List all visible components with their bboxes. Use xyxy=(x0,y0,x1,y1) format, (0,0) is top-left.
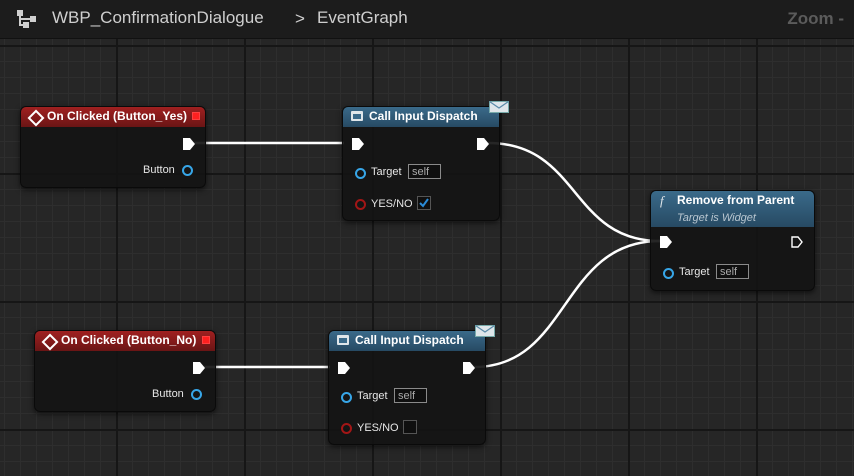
target-value-field[interactable]: self xyxy=(716,264,749,279)
node-title: Remove from Parent xyxy=(677,193,795,207)
yes-no-input-pin[interactable] xyxy=(355,199,366,210)
node-title: Call Input Dispatch xyxy=(355,333,464,347)
exec-input-pin[interactable] xyxy=(660,236,672,248)
graph-icon xyxy=(17,10,36,28)
target-input-pin[interactable] xyxy=(355,168,366,179)
node-title: On Clicked (Button_No) xyxy=(61,333,197,347)
exec-output-pin[interactable] xyxy=(791,236,803,248)
call-function-icon xyxy=(351,111,363,121)
node-header: f Remove from Parent Target is Widget xyxy=(651,191,814,227)
button-output-pin[interactable] xyxy=(182,165,193,176)
target-value-field[interactable]: self xyxy=(394,388,427,403)
exec-output-pin[interactable] xyxy=(463,362,475,374)
yes-no-checkbox[interactable] xyxy=(417,196,431,210)
checkmark-icon xyxy=(419,198,429,208)
graph-breadcrumb-bar: WBP_ConfirmationDialogue > EventGraph Zo… xyxy=(0,0,854,39)
exec-output-pin[interactable] xyxy=(183,138,195,150)
envelope-icon xyxy=(489,101,509,113)
button-output-label: Button xyxy=(143,164,175,176)
exec-input-pin[interactable] xyxy=(352,138,364,150)
breadcrumb-graph[interactable]: EventGraph xyxy=(317,8,408,28)
yes-no-label: YES/NO xyxy=(357,422,399,434)
target-label: Target xyxy=(679,266,710,278)
delegate-pin[interactable] xyxy=(192,112,200,120)
node-subtitle: Target is Widget xyxy=(677,212,756,224)
event-diamond-icon xyxy=(41,333,59,351)
node-title: Call Input Dispatch xyxy=(369,109,478,123)
target-input-pin[interactable] xyxy=(663,268,674,279)
target-value-field[interactable]: self xyxy=(408,164,441,179)
call-function-icon xyxy=(337,335,349,345)
exec-wire-call-no-to-remove xyxy=(473,239,661,369)
call-input-dispatch-no-node[interactable]: Call Input Dispatch Target self YES/NO xyxy=(328,325,495,445)
target-label: Target xyxy=(357,390,388,402)
yes-no-input-pin[interactable] xyxy=(341,423,352,434)
event-node-button-no[interactable]: On Clicked (Button_No) Button xyxy=(34,330,216,412)
exec-input-pin[interactable] xyxy=(338,362,350,374)
node-header: Call Input Dispatch xyxy=(329,331,485,351)
exec-wire-call-yes-to-remove xyxy=(487,141,661,243)
zoom-label: Zoom - xyxy=(787,9,844,28)
breadcrumb-separator: > xyxy=(295,9,305,28)
delegate-pin[interactable] xyxy=(202,336,210,344)
button-output-pin[interactable] xyxy=(191,389,202,400)
yes-no-checkbox[interactable] xyxy=(403,420,417,434)
target-label: Target xyxy=(371,166,402,178)
remove-from-parent-node[interactable]: f Remove from Parent Target is Widget Ta… xyxy=(650,190,815,291)
target-input-pin[interactable] xyxy=(341,392,352,403)
node-header: On Clicked (Button_Yes) xyxy=(21,107,205,127)
function-icon: f xyxy=(660,193,664,208)
yes-no-label: YES/NO xyxy=(371,198,413,210)
exec-output-pin[interactable] xyxy=(477,138,489,150)
event-diamond-icon xyxy=(27,109,45,127)
node-header: Call Input Dispatch xyxy=(343,107,499,127)
node-header: On Clicked (Button_No) xyxy=(35,331,215,351)
envelope-icon xyxy=(475,325,495,337)
call-input-dispatch-yes-node[interactable]: Call Input Dispatch Target self YES/NO xyxy=(342,101,509,221)
event-node-button-yes[interactable]: On Clicked (Button_Yes) Button xyxy=(20,106,206,188)
button-output-label: Button xyxy=(152,388,184,400)
node-title: On Clicked (Button_Yes) xyxy=(47,109,188,123)
breadcrumb-blueprint[interactable]: WBP_ConfirmationDialogue xyxy=(52,8,264,28)
exec-output-pin[interactable] xyxy=(193,362,205,374)
